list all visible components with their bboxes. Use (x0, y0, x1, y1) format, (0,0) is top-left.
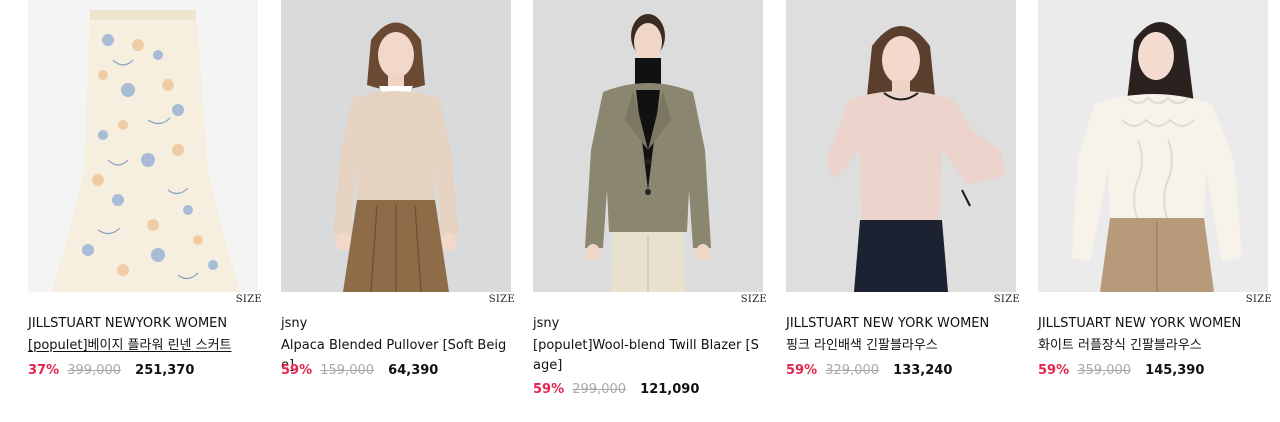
original-price: 359,000 (1077, 363, 1132, 378)
product-card[interactable]: SIZE JILLSTUART NEW YORK WOMEN 핑크 라인배색 긴… (786, 0, 1020, 378)
product-brand[interactable]: JILLSTUART NEW YORK WOMEN (786, 316, 1026, 331)
discount-rate: 59% (533, 382, 565, 397)
discount-rate: 59% (1038, 363, 1070, 378)
product-image[interactable] (281, 0, 511, 292)
original-price: 329,000 (825, 363, 880, 378)
sale-price: 133,240 (893, 363, 953, 378)
price-row: 59% 159,000 64,390 (281, 363, 438, 378)
original-price: 159,000 (320, 363, 375, 378)
product-image[interactable] (1038, 0, 1268, 292)
product-name[interactable]: 핑크 라인배색 긴팔블라우스 (786, 336, 1018, 356)
product-card[interactable]: SIZE JILLSTUART NEWYORK WOMEN [populet]베… (28, 0, 262, 378)
product-card[interactable]: SIZE JILLSTUART NEW YORK WOMEN 화이트 러플장식 … (1038, 0, 1272, 378)
price-row: 59% 299,000 121,090 (533, 382, 699, 397)
product-brand[interactable]: jsny (533, 316, 773, 331)
size-button[interactable]: SIZE (489, 294, 515, 305)
product-image[interactable] (28, 0, 258, 292)
sale-price: 121,090 (640, 382, 700, 397)
original-price: 299,000 (572, 382, 627, 397)
size-button[interactable]: SIZE (1246, 294, 1272, 305)
product-grid: SIZE JILLSTUART NEWYORK WOMEN [populet]베… (0, 0, 1280, 422)
product-brand[interactable]: JILLSTUART NEWYORK WOMEN (28, 316, 268, 331)
size-button[interactable]: SIZE (994, 294, 1020, 305)
price-row: 37% 399,000 251,370 (28, 363, 194, 378)
discount-rate: 37% (28, 363, 60, 378)
product-name[interactable]: [populet]베이지 플라워 린넨 스커트 (28, 336, 260, 356)
product-image[interactable] (533, 0, 763, 292)
sale-price: 64,390 (388, 363, 439, 378)
sale-price: 145,390 (1145, 363, 1205, 378)
product-brand[interactable]: jsny (281, 316, 521, 331)
product-name[interactable]: 화이트 러플장식 긴팔블라우스 (1038, 336, 1270, 356)
sale-price: 251,370 (135, 363, 195, 378)
size-button[interactable]: SIZE (741, 294, 767, 305)
price-row: 59% 329,000 133,240 (786, 363, 952, 378)
product-image[interactable] (786, 0, 1016, 292)
product-brand[interactable]: JILLSTUART NEW YORK WOMEN (1038, 316, 1278, 331)
discount-rate: 59% (281, 363, 313, 378)
product-card[interactable]: SIZE jsny [populet]Wool-blend Twill Blaz… (533, 0, 767, 397)
price-row: 59% 359,000 145,390 (1038, 363, 1204, 378)
original-price: 399,000 (67, 363, 122, 378)
product-name[interactable]: [populet]Wool-blend Twill Blazer [Sage] (533, 336, 765, 376)
product-card[interactable]: SIZE jsny Alpaca Blended Pullover [Soft … (281, 0, 515, 378)
size-button[interactable]: SIZE (236, 294, 262, 305)
discount-rate: 59% (786, 363, 818, 378)
